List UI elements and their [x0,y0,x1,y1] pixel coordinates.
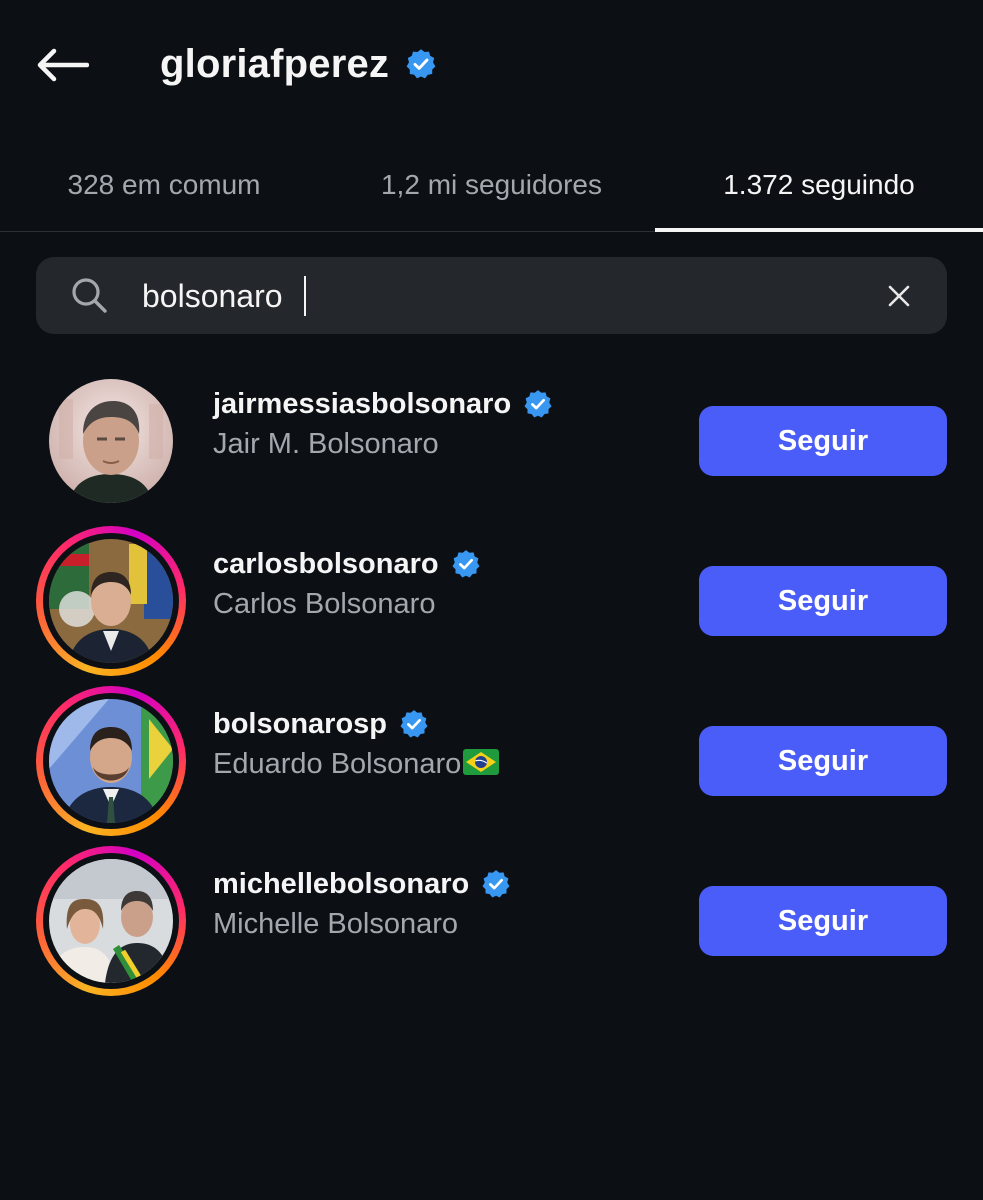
search-icon [72,278,107,313]
avatar[interactable] [49,699,173,823]
avatar[interactable] [49,379,173,503]
verified-badge-icon [452,550,480,578]
follow-button[interactable]: Seguir [699,726,947,796]
list-item[interactable]: michellebolsonaro Michelle Bolsonaro Seg… [0,846,983,1006]
follow-button[interactable]: Seguir [699,566,947,636]
full-name: Jair M. Bolsonaro [213,428,439,460]
tab-mutual[interactable]: 328 em comum [0,140,328,230]
close-icon [888,285,910,307]
follow-button[interactable]: Seguir [699,406,947,476]
username[interactable]: jairmessiasbolsonaro [213,388,511,421]
list-item[interactable]: carlosbolsonaro Carlos Bolsonaro Seguir [0,526,983,686]
story-ring [36,846,186,996]
username[interactable]: michellebolsonaro [213,868,469,901]
full-name-text: Eduardo Bolsonaro [213,748,462,780]
story-ring [36,686,186,836]
verified-badge-icon [482,870,510,898]
search-input[interactable] [142,268,842,324]
tab-bar: 328 em comum 1,2 mi seguidores 1.372 seg… [0,140,983,232]
clear-search-button[interactable] [880,277,918,315]
list-item[interactable]: bolsonarosp Eduardo Bolsonaro Seguir [0,686,983,846]
brazil-flag-emoji [463,749,500,776]
username[interactable]: bolsonarosp [213,708,387,741]
avatar[interactable] [49,859,173,983]
avatar[interactable] [49,539,173,663]
verified-badge-icon [406,49,436,79]
full-name: Michelle Bolsonaro [213,908,459,940]
active-tab-indicator [655,228,983,232]
user-info: jairmessiasbolsonaro Jair M. Bolsonaro [213,384,673,464]
page-title: gloriafperez [160,41,390,86]
user-info: bolsonarosp Eduardo Bolsonaro [213,704,673,784]
full-name: Eduardo Bolsonaro [213,744,673,784]
avatar-ring [36,366,186,516]
user-info: michellebolsonaro Michelle Bolsonaro [213,864,673,944]
text-cursor [304,276,306,316]
story-ring [36,526,186,676]
username[interactable]: carlosbolsonaro [213,548,439,581]
list-item[interactable]: jairmessiasbolsonaro Jair M. Bolsonaro S… [0,366,983,526]
verified-badge-icon [524,390,552,418]
back-button[interactable] [30,38,94,92]
full-name: Carlos Bolsonaro [213,588,436,620]
user-info: carlosbolsonaro Carlos Bolsonaro [213,544,673,624]
verified-badge-icon [400,710,428,738]
follow-button[interactable]: Seguir [699,886,947,956]
tab-following[interactable]: 1.372 seguindo [655,140,983,230]
top-bar: gloriafperez [0,0,983,130]
profile-title-row: gloriafperez [160,36,437,92]
arrow-left-icon [37,48,89,82]
tab-followers[interactable]: 1,2 mi seguidores [328,140,655,230]
